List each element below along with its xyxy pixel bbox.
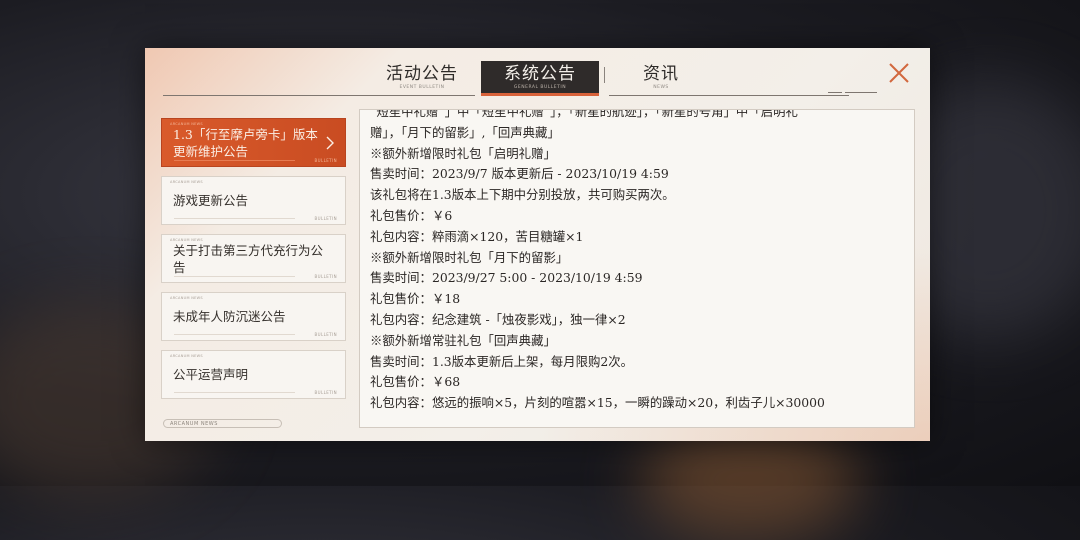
content-line: 赠」，「月下的留影」,「回声典藏」 bbox=[370, 124, 560, 140]
tab-label: 活动公告 bbox=[386, 63, 458, 84]
tab-bar: 活动公告 EVENT BULLETIN 系统公告 GENERAL BULLETI… bbox=[145, 48, 930, 98]
content-line: 礼包售价：￥18 bbox=[370, 291, 461, 307]
decor-dash bbox=[845, 92, 877, 93]
content-line: 礼包售价：￥6 bbox=[370, 207, 453, 223]
list-item-game-update[interactable]: ARCANUM NEWS 游戏更新公告 BULLETIN bbox=[161, 176, 346, 225]
list-item-fair-operation[interactable]: ARCANUM NEWS 公平运营声明 BULLETIN bbox=[161, 350, 346, 399]
list-item-label: 1.3「行至摩卢旁卡」版本更新维护公告 bbox=[173, 126, 318, 159]
item-underline bbox=[174, 218, 295, 219]
content-lines: “短笙中礼赠”」中「短笙中礼赠”」，「新星的航迹」，「新星的号角」中「启明礼 赠… bbox=[370, 109, 906, 414]
content-line: 礼包内容：纪念建筑 -「烛夜影戏」，独一律×2 bbox=[370, 311, 626, 327]
list-item-version-maintenance[interactable]: ARCANUM NEWS 1.3「行至摩卢旁卡」版本更新维护公告 BULLETI… bbox=[161, 118, 346, 167]
item-underline bbox=[174, 276, 295, 277]
list-item-label: 公平运营声明 bbox=[173, 367, 249, 382]
tab-sublabel: NEWS bbox=[653, 84, 669, 90]
content-line: ※额外新增常驻礼包「回声典藏」 bbox=[370, 332, 556, 348]
item-underline bbox=[174, 392, 295, 393]
item-tag: BULLETIN bbox=[314, 274, 337, 279]
badge-label: ARCANUM NEWS bbox=[170, 420, 218, 427]
content-line: ※额外新增限时礼包「启明礼赠」 bbox=[370, 145, 556, 161]
item-tag: BULLETIN bbox=[314, 158, 337, 163]
item-tag: BULLETIN bbox=[314, 332, 337, 337]
list-item-label: 游戏更新公告 bbox=[173, 193, 249, 208]
tab-label: 资讯 bbox=[643, 63, 679, 84]
content-line: 礼包内容：悠远的振响×5，片刻的喧嚣×15，一瞬的躁动×20，利齿子儿×3000… bbox=[370, 395, 825, 411]
chevron-right-icon bbox=[326, 136, 334, 150]
close-button[interactable] bbox=[887, 61, 911, 85]
decor-dash bbox=[828, 92, 842, 93]
item-tag: BULLETIN bbox=[314, 216, 337, 221]
tab-divider-line bbox=[163, 95, 475, 96]
content-line: 礼包售价：￥68 bbox=[370, 374, 461, 390]
tab-general-bulletin[interactable]: 系统公告 GENERAL BULLETIN bbox=[481, 61, 599, 96]
content-line: 该礼包将在1.3版本上下期中分别投放，共可购买两次。 bbox=[370, 187, 675, 203]
item-underline bbox=[174, 160, 295, 161]
content-line: 售卖时间：2023/9/7 版本更新后 - 2023/10/19 4:59 bbox=[370, 166, 669, 182]
item-tag: BULLETIN bbox=[314, 390, 337, 395]
content-line: 礼包内容：粹雨滴×120，苦目糖罐×1 bbox=[370, 228, 584, 244]
list-item-label: 未成年人防沉迷公告 bbox=[173, 309, 286, 324]
announcement-panel: 活动公告 EVENT BULLETIN 系统公告 GENERAL BULLETI… bbox=[145, 48, 930, 441]
tab-label: 系统公告 bbox=[504, 63, 576, 84]
content-line: 售卖时间：1.3版本更新后上架，每月限购2次。 bbox=[370, 353, 634, 369]
list-item-anti-addiction[interactable]: ARCANUM NEWS 未成年人防沉迷公告 BULLETIN bbox=[161, 292, 346, 341]
list-item-label: 关于打击第三方代充行为公告 bbox=[173, 242, 324, 275]
tab-divider-line bbox=[609, 95, 849, 96]
content-line: “短笙中礼赠”」中「短笙中礼赠”」，「新星的航迹」，「新星的号角」中「启明礼 bbox=[370, 109, 798, 119]
tab-event-bulletin[interactable]: 活动公告 EVENT BULLETIN bbox=[379, 61, 465, 93]
content-line: 售卖时间：2023/9/27 5:00 - 2023/10/19 4:59 bbox=[370, 270, 643, 286]
item-underline bbox=[174, 334, 295, 335]
tab-sublabel: EVENT BULLETIN bbox=[399, 84, 445, 90]
tab-separator bbox=[604, 67, 605, 83]
announcement-content[interactable]: “短笙中礼赠”」中「短笙中礼赠”」，「新星的航迹」，「新星的号角」中「启明礼 赠… bbox=[359, 109, 915, 428]
arcanum-news-badge: ARCANUM NEWS bbox=[163, 419, 282, 428]
content-line: ※额外新增限时礼包「月下的留影」 bbox=[370, 249, 569, 265]
close-icon bbox=[889, 63, 909, 83]
list-item-third-party-recharge[interactable]: ARCANUM NEWS 关于打击第三方代充行为公告 BULLETIN bbox=[161, 234, 346, 283]
tab-sublabel: GENERAL BULLETIN bbox=[513, 84, 567, 90]
tab-news[interactable]: 资讯 NEWS bbox=[625, 61, 697, 93]
